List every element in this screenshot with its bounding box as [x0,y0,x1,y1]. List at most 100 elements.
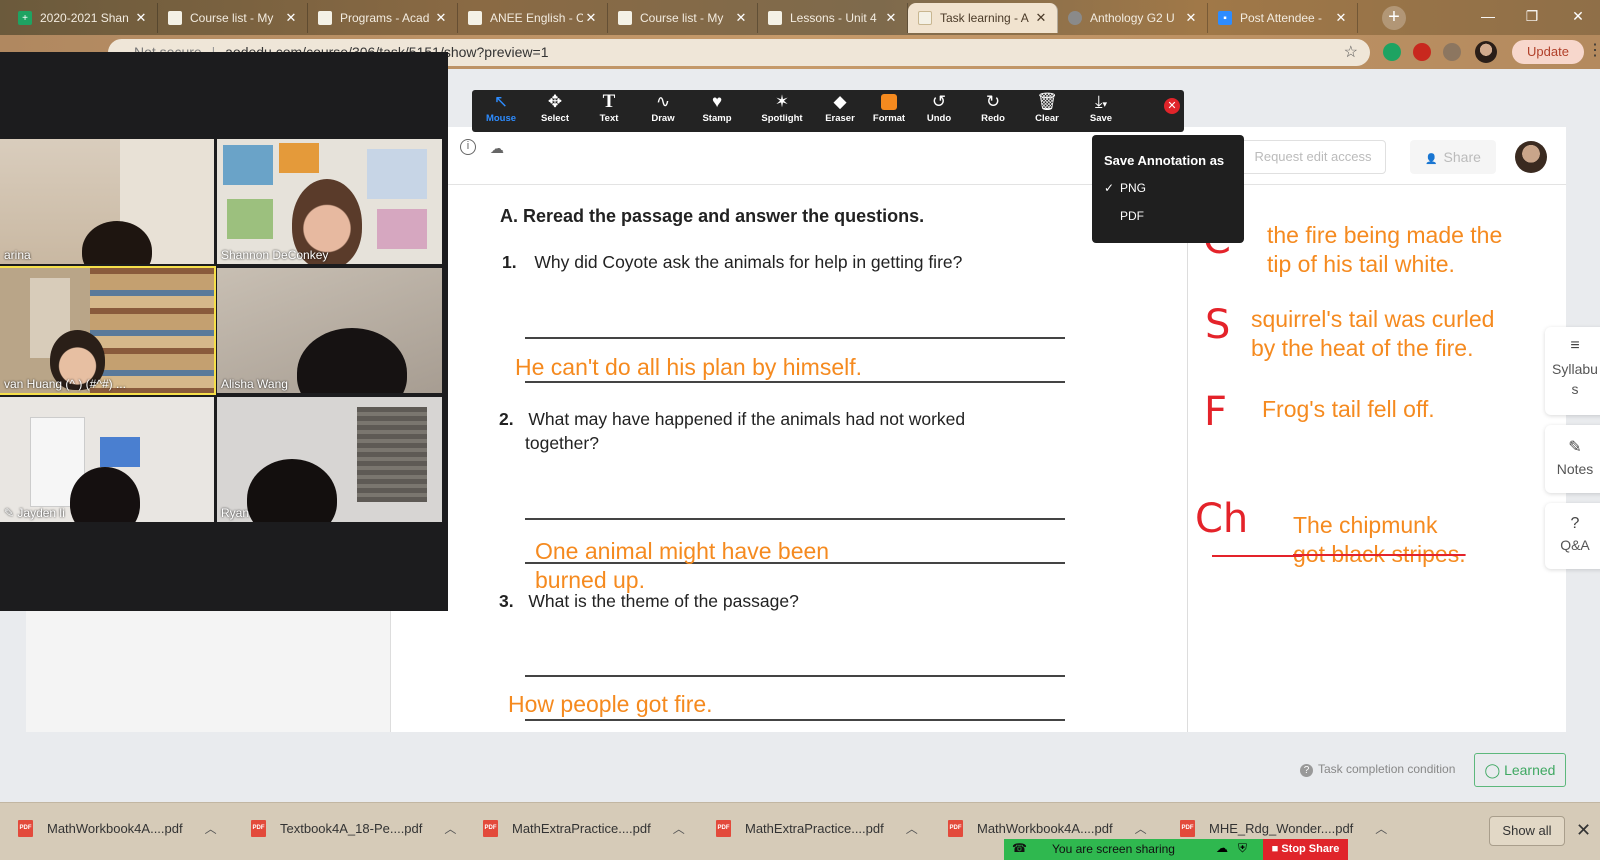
tab-close-icon[interactable]: ✕ [133,10,149,26]
tab-close-icon[interactable]: ✕ [733,10,749,26]
user-avatar[interactable] [1515,141,1547,173]
save-option-png[interactable]: PNG [1120,181,1146,195]
browser-tab[interactable]: Anthology G2 U ✕ [1058,3,1208,33]
bookmark-star-icon[interactable]: ☆ [1344,39,1358,66]
tool-format[interactable]: Format [864,90,914,132]
minimize-icon[interactable]: — [1466,4,1510,30]
tool-draw[interactable]: ∿ Draw [638,90,688,132]
download-item[interactable]: PDF Textbook4A_18-Pe....pdf ︿ [251,808,456,848]
stop-share-button[interactable]: ■ Stop Share [1263,839,1348,860]
participant-video [297,328,407,393]
pen-strike-stroke [1212,555,1302,557]
tool-select[interactable]: ✥ Select [530,90,580,132]
show-all-downloads-button[interactable]: Show all [1489,816,1565,846]
browser-tab[interactable]: ▪ Post Attendee - ✕ [1208,3,1358,33]
question-icon: ? [1570,515,1580,532]
tab-close-icon[interactable]: ✕ [583,10,599,26]
participant-video [70,467,140,522]
close-downloads-icon[interactable]: ✕ [1576,820,1591,841]
participant-tile-speaking[interactable]: van Huang (^ ) (#^#) ... [0,266,216,395]
close-annotation-icon[interactable]: ✕ [1164,98,1180,114]
cloud-saved-icon: ☁ [490,140,504,156]
ublock-extension-icon[interactable] [1413,43,1431,61]
profile-avatar[interactable] [1475,41,1497,63]
puzzle-extension-icon[interactable] [1443,43,1461,61]
download-filename: MHE_Rdg_Wonder....pdf [1209,820,1354,836]
tab-close-icon[interactable]: ✕ [1333,10,1349,26]
tool-spotlight[interactable]: ✶ Spotlight [752,90,812,132]
update-button[interactable]: Update [1512,40,1584,64]
participant-tile[interactable]: Ryan [217,397,442,522]
tool-mouse[interactable]: ↖ Mouse [476,90,526,132]
participant-tile[interactable]: arina [0,139,214,264]
download-item[interactable]: PDF MathExtraPractice....pdf ︿ [483,808,685,848]
tool-stamp[interactable]: ♥ Stamp [692,90,742,132]
tab-close-icon[interactable]: ✕ [1183,10,1199,26]
participant-tile[interactable]: Shannon DeConkey [217,139,442,264]
annotation-text: by the heat of the fire. [1251,335,1474,361]
save-option-pdf[interactable]: PDF [1120,209,1144,223]
question-2: 2. What may have happened if the animals… [499,407,965,455]
browser-tab[interactable]: Lessons - Unit 4 ✕ [758,3,908,33]
learned-button[interactable]: ◯ Learned [1474,753,1566,787]
help-icon: ? [1300,764,1313,777]
extension-icon[interactable] [1383,43,1401,61]
window-blind [357,407,427,502]
window-close-icon[interactable]: ✕ [1556,4,1600,30]
undo-icon: ↺ [931,92,947,111]
cloud-icon: ☁ [1216,841,1228,855]
chevron-up-icon[interactable]: ︿ [205,820,217,837]
syllabus-button[interactable]: ≡ Syllabus [1545,327,1600,415]
chevron-up-icon[interactable]: ︿ [1135,820,1147,837]
browser-tab[interactable]: Course list - My ✕ [158,3,308,33]
qa-button[interactable]: ? Q&A [1545,503,1600,569]
chevron-up-icon[interactable]: ︿ [444,820,456,837]
zoom-gallery-view: arina Shannon DeConkey van Huang (^ ) (#… [0,52,448,611]
tool-label: Save [1089,113,1113,124]
browser-menu-icon[interactable]: ⋮ [1587,40,1600,60]
browser-tab[interactable]: + 2020-2021 Shan ✕ [8,3,158,33]
tool-redo[interactable]: ↻ Redo [968,90,1018,132]
text-icon: T [602,91,616,112]
save-icon: ⤓▾ [1094,92,1108,111]
browser-tab[interactable]: ANEE English - C ✕ [458,3,608,33]
worksheet-heading: A. Reread the passage and answer the que… [500,206,925,226]
info-icon[interactable]: i [460,139,476,155]
question-3: 3. What is the theme of the passage? [499,589,799,613]
poster [377,209,427,249]
notes-button[interactable]: ✎ Notes [1545,425,1600,493]
tool-text[interactable]: T Text [584,90,634,132]
poster [227,199,273,239]
tab-close-icon[interactable]: ✕ [883,10,899,26]
tab-close-icon[interactable]: ✕ [433,10,449,26]
tool-eraser[interactable]: ◆ Eraser [815,90,865,132]
participant-tile[interactable]: ✎ Jayden li [0,397,214,522]
restore-icon[interactable]: ❐ [1510,4,1554,30]
browser-tab[interactable]: Course list - My ✕ [608,3,758,33]
new-tab-button[interactable]: + [1382,6,1406,30]
chevron-up-icon[interactable]: ︿ [673,820,685,837]
task-completion-condition[interactable]: ? Task completion condition [1300,762,1455,777]
participant-tile[interactable]: Alisha Wang [217,268,442,393]
browser-tab[interactable]: Programs - Acad ✕ [308,3,458,33]
question-text: What may have happened if the animals ha… [528,409,966,429]
download-item[interactable]: PDF MathExtraPractice....pdf ︿ [716,808,918,848]
tool-save[interactable]: ⤓▾ Save [1076,90,1126,132]
request-edit-access-button[interactable]: Request edit access [1240,140,1386,174]
chevron-up-icon[interactable]: ︿ [906,820,918,837]
save-menu-title: Save Annotation as [1104,153,1225,168]
annotation-text: squirrel's tail was curled [1251,306,1495,332]
share-button[interactable]: Share [1410,140,1496,174]
annotation-text: The chipmunk [1293,512,1438,538]
answer-line [525,675,1065,677]
tool-clear[interactable]: 🗑 Clear [1022,90,1072,132]
chevron-up-icon[interactable]: ︿ [1375,820,1387,837]
tab-close-icon[interactable]: ✕ [283,10,299,26]
download-item[interactable]: PDF MathWorkbook4A....pdf ︿ [18,808,217,848]
tab-close-icon[interactable]: ✕ [1033,10,1049,26]
tool-label: Clear [1035,113,1059,124]
question-number: 3. [499,591,514,611]
browser-tab-active[interactable]: Task learning - A ✕ [908,3,1058,33]
annotation-panel [1188,127,1566,732]
tool-undo[interactable]: ↺ Undo [914,90,964,132]
